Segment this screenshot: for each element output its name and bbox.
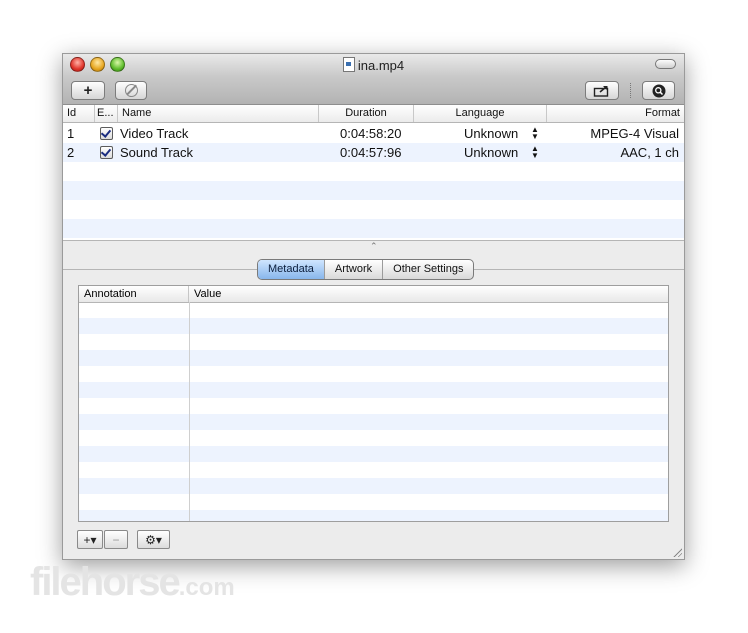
movie-file-icon: [342, 57, 355, 72]
tab-bar: Metadata Artwork Other Settings: [257, 259, 475, 280]
titlebar: ina.mp4 +: [63, 54, 684, 105]
language-stepper-icon[interactable]: ▲ ▼: [531, 126, 539, 141]
search-icon: [652, 84, 665, 97]
empty-row: [79, 478, 668, 494]
toolbar-toggle-button[interactable]: [655, 59, 676, 69]
language-stepper-icon[interactable]: ▲ ▼: [531, 145, 539, 160]
prohibited-icon: [124, 84, 138, 97]
column-name-header[interactable]: Name: [118, 105, 319, 122]
track-name[interactable]: Sound Track: [120, 143, 193, 162]
empty-row: [79, 382, 668, 398]
watermark-suffix: .com: [178, 574, 235, 601]
remove-metadata-button[interactable]: −: [104, 530, 128, 549]
window-title: ina.mp4: [63, 57, 684, 73]
column-value-header[interactable]: Value: [189, 286, 668, 302]
add-track-button[interactable]: +: [71, 81, 105, 100]
track-duration: 0:04:58:20: [340, 126, 402, 141]
metadata-table[interactable]: Annotation Value: [78, 285, 669, 522]
watermark: filehorse.com: [30, 560, 235, 605]
tab-other-settings[interactable]: Other Settings: [383, 260, 473, 279]
plus-icon: +: [83, 82, 93, 99]
window-title-text: ina.mp4: [357, 58, 405, 73]
empty-row: [79, 446, 668, 462]
track-duration: 0:04:57:96: [340, 145, 402, 160]
inspector-button[interactable]: [642, 81, 675, 100]
empty-row: [79, 414, 668, 430]
column-id-header[interactable]: Id: [63, 105, 95, 122]
track-row[interactable]: 1 Video Track 0:04:58:20 Unknown ▲ ▼ MPEG…: [63, 124, 684, 143]
share-button[interactable]: [585, 81, 619, 100]
gear-menu-button[interactable]: ⚙▾: [137, 530, 170, 549]
track-language[interactable]: Unknown: [464, 124, 518, 143]
track-enabled-checkbox[interactable]: [100, 127, 113, 140]
remove-track-button[interactable]: [115, 81, 147, 100]
watermark-text: filehorse: [30, 560, 181, 604]
share-icon: [593, 86, 609, 97]
column-format-header[interactable]: Format: [547, 105, 684, 122]
track-id: 1: [67, 126, 75, 141]
empty-row: [79, 350, 668, 366]
empty-row: [63, 181, 684, 200]
track-name[interactable]: Video Track: [120, 124, 188, 143]
tab-artwork[interactable]: Artwork: [325, 260, 384, 279]
track-format: AAC, 1 ch: [620, 145, 679, 160]
tracks-table[interactable]: Id E... Name Duration Language Format 1 …: [63, 105, 684, 240]
empty-row: [79, 318, 668, 334]
column-language-header[interactable]: Language: [414, 105, 547, 122]
metadata-header: Annotation Value: [79, 286, 668, 303]
track-row[interactable]: 2 Sound Track 0:04:57:96 Unknown ▲ ▼ AAC,…: [63, 143, 684, 162]
toolbar-separator: [630, 83, 632, 98]
column-enabled-header[interactable]: E...: [95, 105, 118, 122]
main-window: ina.mp4 + Id E... Name Duration Language…: [62, 53, 685, 560]
track-id: 2: [67, 145, 75, 160]
column-duration-header[interactable]: Duration: [319, 105, 414, 122]
tab-metadata[interactable]: Metadata: [258, 260, 325, 279]
divider-handle-icon[interactable]: ⌃: [370, 241, 378, 252]
empty-row: [63, 219, 684, 238]
track-enabled-checkbox[interactable]: [100, 146, 113, 159]
track-language[interactable]: Unknown: [464, 143, 518, 162]
tracks-header: Id E... Name Duration Language Format: [63, 105, 684, 123]
column-annotation-header[interactable]: Annotation: [79, 286, 189, 302]
column-divider: [189, 302, 190, 521]
empty-row: [79, 510, 668, 521]
resize-grip-icon[interactable]: [672, 547, 682, 557]
add-metadata-button[interactable]: +▾: [77, 530, 103, 549]
track-format: MPEG-4 Visual: [590, 126, 679, 141]
